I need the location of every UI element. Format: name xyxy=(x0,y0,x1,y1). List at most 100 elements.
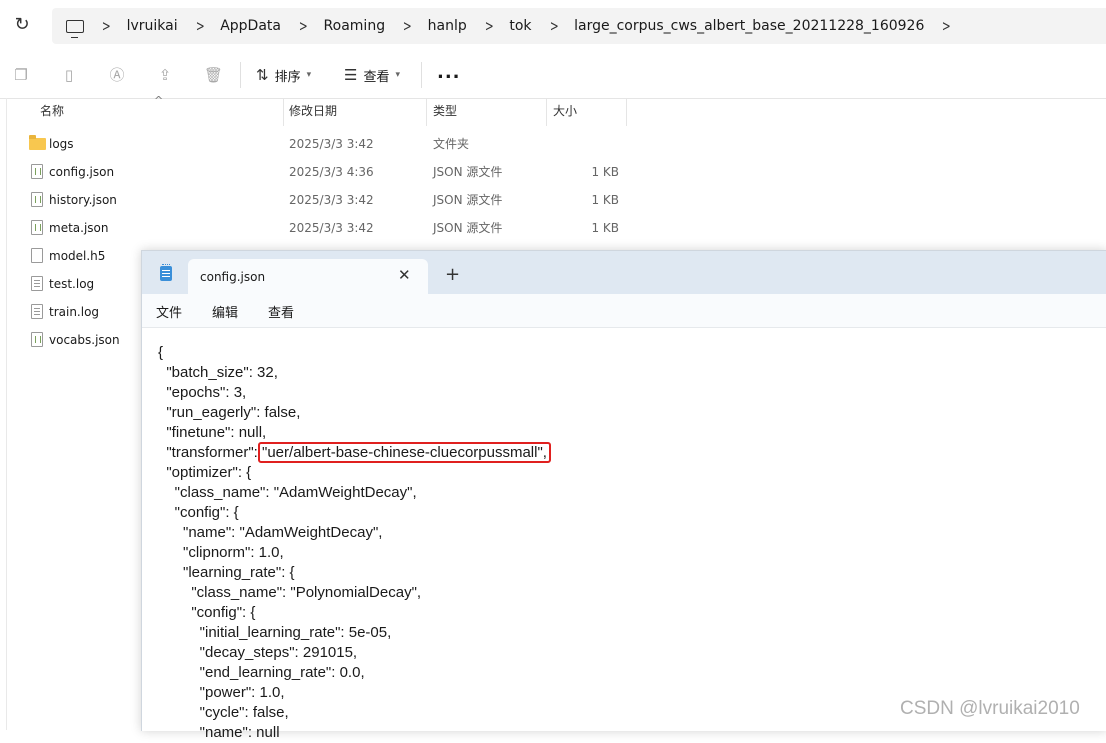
code-line: "clipnorm": 1.0, xyxy=(158,544,284,561)
menu-bar: 文件 编辑 查看 xyxy=(142,294,1106,328)
file-size: 1 KB xyxy=(591,221,619,235)
file-name: test.log xyxy=(49,277,95,291)
file-name: logs xyxy=(49,137,74,151)
close-icon[interactable]: ✕ xyxy=(398,266,411,284)
chevron-down-icon: ▾ xyxy=(306,70,312,80)
sort-button[interactable]: ⇅ 排序 ▾ xyxy=(256,66,312,85)
tab-config-json[interactable]: config.json ✕ xyxy=(188,259,428,294)
code-line: "power": 1.0, xyxy=(158,684,285,701)
chevron-right-icon[interactable]: > xyxy=(102,17,111,35)
menu-file[interactable]: 文件 xyxy=(156,302,182,321)
breadcrumb-item[interactable]: large_corpus_cws_albert_base_20211228_16… xyxy=(574,18,924,34)
command-bar: ❐ ▯ Ⓐ ⇪ 🗑 ⇅ 排序 ▾ ☰ 查看 ▾ ... xyxy=(0,52,1106,99)
log-file-icon xyxy=(31,276,43,291)
copy-icon[interactable]: ❐ xyxy=(12,66,30,84)
file-date: 2025/3/3 3:42 xyxy=(289,221,374,235)
new-tab-button[interactable]: + xyxy=(445,264,460,285)
chevron-down-icon: ▾ xyxy=(395,70,400,80)
divider xyxy=(240,62,241,88)
code-line: "class_name": "PolynomialDecay", xyxy=(158,584,422,601)
code-line-transformer: "transformer": "uer/albert-base-chinese-… xyxy=(158,442,551,463)
sort-icon: ⇅ xyxy=(256,66,269,84)
json-file-icon xyxy=(31,192,43,207)
breadcrumb-item[interactable]: Roaming xyxy=(324,18,386,34)
notepad-titlebar[interactable]: config.json ✕ + xyxy=(142,251,1106,294)
rename-icon[interactable]: Ⓐ xyxy=(108,66,126,84)
code-key: "transformer": xyxy=(158,444,263,461)
file-type: JSON 源文件 xyxy=(433,221,503,235)
watermark: CSDN @lvruikai2010 xyxy=(900,698,1080,719)
column-divider[interactable] xyxy=(546,98,547,126)
file-list-header: ^ 名称 修改日期 类型 大小 xyxy=(0,94,1106,126)
chevron-right-icon[interactable]: > xyxy=(195,17,204,35)
notepad-window: config.json ✕ + 文件 编辑 查看 { "batch_size":… xyxy=(141,250,1106,741)
code-line: "learning_rate": { xyxy=(158,564,295,581)
code-line: { xyxy=(158,344,164,361)
file-date: 2025/3/3 4:36 xyxy=(289,165,374,179)
file-name: config.json xyxy=(49,165,115,179)
file-row[interactable]: config.json 2025/3/3 4:36 JSON 源文件 1 KB xyxy=(0,158,1106,186)
code-line: "name": "AdamWeightDecay", xyxy=(158,524,383,541)
column-divider[interactable] xyxy=(626,98,627,126)
chevron-right-icon[interactable]: > xyxy=(299,17,308,35)
sort-ascending-icon: ^ xyxy=(154,94,164,107)
file-name: meta.json xyxy=(49,221,109,235)
tab-title: config.json xyxy=(200,270,266,284)
breadcrumb-item[interactable]: AppData xyxy=(220,18,281,34)
chevron-right-icon[interactable]: > xyxy=(485,17,494,35)
column-header-size[interactable]: 大小 xyxy=(553,98,577,126)
column-header-name[interactable]: 名称 xyxy=(40,98,64,126)
json-file-icon xyxy=(31,220,43,235)
code-line: "epochs": 3, xyxy=(158,384,247,401)
code-line: "batch_size": 32, xyxy=(158,364,278,381)
menu-edit[interactable]: 编辑 xyxy=(212,302,238,321)
file-row[interactable]: history.json 2025/3/3 3:42 JSON 源文件 1 KB xyxy=(0,186,1106,214)
code-line: "decay_steps": 291015, xyxy=(158,644,358,661)
text-editor[interactable]: { "batch_size": 32, "epochs": 3, "run_ea… xyxy=(158,343,551,743)
file-icon xyxy=(31,248,43,263)
view-label: 查看 xyxy=(363,69,390,85)
file-row[interactable]: logs 2025/3/3 3:42 文件夹 xyxy=(0,130,1106,158)
column-header-type[interactable]: 类型 xyxy=(433,98,457,126)
file-name: history.json xyxy=(49,193,117,207)
view-list-icon: ☰ xyxy=(344,66,358,84)
chevron-right-icon[interactable]: > xyxy=(549,17,558,35)
file-name: vocabs.json xyxy=(49,333,120,347)
delete-icon[interactable]: 🗑 xyxy=(204,66,223,84)
code-line: "optimizer": { xyxy=(158,464,252,481)
file-date: 2025/3/3 3:42 xyxy=(289,193,374,207)
code-line: "run_eagerly": false, xyxy=(158,404,301,421)
column-divider[interactable] xyxy=(426,98,427,126)
highlighted-value: "uer/albert-base-chinese-cluecorpussmall… xyxy=(262,444,547,461)
refresh-icon[interactable]: ↻ xyxy=(12,14,32,36)
json-file-icon xyxy=(31,332,43,347)
log-file-icon xyxy=(31,304,43,319)
chevron-right-icon[interactable]: > xyxy=(942,17,951,35)
chevron-right-icon[interactable]: > xyxy=(403,17,412,35)
menu-view[interactable]: 查看 xyxy=(268,302,294,321)
file-date: 2025/3/3 3:42 xyxy=(289,137,374,151)
more-options-button[interactable]: ... xyxy=(437,62,461,83)
highlight-box: "uer/albert-base-chinese-cluecorpussmall… xyxy=(258,442,551,463)
sort-label: 排序 xyxy=(274,69,301,85)
paste-icon[interactable]: ▯ xyxy=(60,66,78,84)
breadcrumb-item[interactable]: hanlp xyxy=(428,18,467,34)
code-line: "config": { xyxy=(158,504,239,521)
code-line: "class_name": "AdamWeightDecay", xyxy=(158,484,417,501)
this-pc-icon[interactable] xyxy=(66,19,84,38)
column-divider[interactable] xyxy=(283,98,284,126)
share-icon[interactable]: ⇪ xyxy=(156,66,174,84)
folder-icon xyxy=(29,135,46,150)
view-button[interactable]: ☰ 查看 ▾ xyxy=(344,66,400,85)
breadcrumb-item[interactable]: lvruikai xyxy=(127,18,178,34)
code-line: "config": { xyxy=(158,604,256,621)
file-name: train.log xyxy=(49,305,100,319)
breadcrumb-item[interactable]: tok xyxy=(509,18,531,34)
file-size: 1 KB xyxy=(591,193,619,207)
address-bar: ↻ > lvruikai > AppData > Roaming > hanlp > to… xyxy=(0,0,1106,52)
column-header-date[interactable]: 修改日期 xyxy=(289,98,337,126)
file-row[interactable]: meta.json 2025/3/3 3:42 JSON 源文件 1 KB xyxy=(0,214,1106,242)
file-name: model.h5 xyxy=(49,249,106,263)
code-line: "initial_learning_rate": 5e-05, xyxy=(158,624,392,641)
breadcrumb[interactable]: > lvruikai > AppData > Roaming > hanlp > tok … xyxy=(52,8,1106,44)
